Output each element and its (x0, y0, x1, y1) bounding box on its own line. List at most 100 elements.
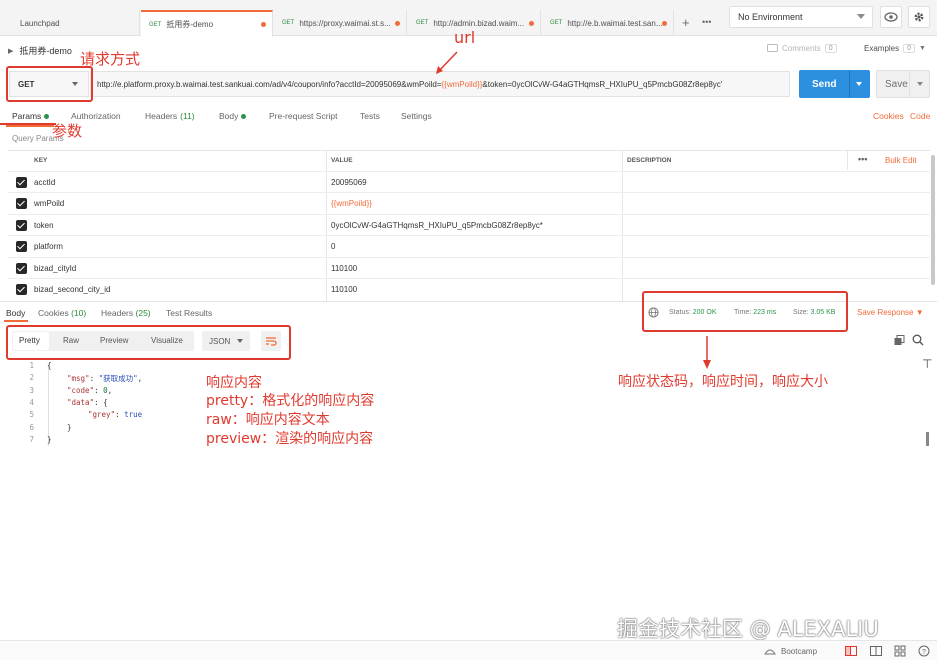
annotation-method: 请求方式 (80, 50, 141, 68)
param-value[interactable]: {{wmPoild}} (331, 199, 372, 208)
params-scrollbar[interactable] (931, 155, 935, 285)
two-pane-icon[interactable] (870, 646, 882, 656)
copy-icon[interactable] (894, 335, 905, 346)
environment-select[interactable]: No Environment (729, 6, 873, 28)
bootcamp-icon[interactable] (764, 645, 776, 656)
param-value[interactable]: 0 (331, 242, 335, 251)
tab-count: (10) (71, 308, 87, 318)
chevron-down-icon[interactable] (856, 82, 862, 86)
code-line: { (47, 361, 52, 370)
response-tab-cookies[interactable]: Cookies (10) (38, 308, 86, 318)
chevron-down-icon (857, 14, 865, 19)
row-checkbox[interactable] (16, 263, 27, 274)
environment-quick-look-button[interactable] (880, 6, 902, 28)
view-modes-highlight-box (6, 325, 291, 360)
help-icon[interactable]: ? (918, 645, 930, 657)
save-response-button[interactable]: Save Response ▼ (857, 308, 924, 317)
row-checkbox[interactable] (16, 284, 27, 295)
examples-count: 0 (903, 44, 916, 53)
annotation-params: 参数 (52, 122, 83, 140)
tab-body[interactable]: Body (219, 111, 247, 121)
line-number: 1 (29, 361, 34, 370)
gear-icon (914, 12, 924, 22)
annotation-status: 响应状态码，响应时间，响应大小 (618, 374, 828, 390)
divider (909, 71, 910, 97)
tab-count: (25) (135, 308, 151, 318)
request-name[interactable]: ▶ 抵用券-demo (8, 44, 72, 57)
param-key[interactable]: token (34, 221, 54, 230)
chevron-down-icon[interactable] (917, 82, 923, 86)
tab-request[interactable]: GET http://e.b.waimai.test.san... (542, 10, 674, 36)
examples-label: Examples (864, 44, 900, 53)
param-key[interactable]: wmPoild (34, 199, 64, 208)
param-value[interactable]: 110100 (331, 264, 357, 273)
row-checkbox[interactable] (16, 220, 27, 231)
annotation-pretty: pretty：格式化的响应内容 (206, 393, 375, 409)
save-button[interactable]: Save (876, 70, 930, 98)
response-tab-test-results[interactable]: Test Results (166, 308, 212, 318)
unsaved-dot (261, 22, 266, 27)
bulk-edit-link[interactable]: Bulk Edit (885, 156, 917, 165)
eye-icon (884, 12, 898, 22)
tab-request-active[interactable]: GET 抵用券-demo (141, 10, 273, 37)
code-line: "data": { (67, 398, 108, 407)
json-key: "msg" (67, 374, 90, 383)
annotation-url: url (454, 28, 476, 47)
param-value[interactable]: 0ycOlCvW-G4aGTHqmsR_HXIuPU_q5PmcbG08Zr8e… (331, 221, 543, 230)
tab-label: http://admin.bizad.waim... (433, 18, 525, 28)
examples-button[interactable]: Examples 0 ▼ (864, 44, 926, 53)
tab-request[interactable]: GET https://proxy.waimai.st.s... (274, 10, 407, 36)
tab-label: Headers (145, 111, 178, 121)
tab-tests[interactable]: Tests (360, 111, 380, 121)
manage-environments-button[interactable] (908, 6, 930, 28)
tab-launchpad[interactable]: Launchpad (0, 10, 140, 36)
url-text-suffix: &token=0ycOlCvW-G4aGTHqmsR_HXIuPU_q5Pmcb… (482, 79, 723, 89)
keyboard-shortcuts-icon[interactable] (894, 645, 906, 657)
param-key[interactable]: acctId (34, 178, 55, 187)
send-button[interactable]: Send (799, 70, 870, 98)
bootcamp-link[interactable]: Bootcamp (781, 647, 817, 656)
param-key[interactable]: platform (34, 242, 63, 251)
code-scrollbar[interactable] (926, 432, 929, 446)
comments-button[interactable]: Comments 0 (767, 44, 837, 53)
param-key[interactable]: bizad_cityId (34, 264, 76, 273)
more-tabs-icon[interactable]: ••• (702, 17, 711, 27)
json-key: "data" (67, 398, 95, 407)
tab-label: Params (12, 111, 42, 121)
more-options-icon[interactable]: ••• (858, 154, 867, 164)
link-label: Cookies (873, 111, 904, 121)
underline-mark (0, 123, 56, 125)
search-icon[interactable] (912, 334, 924, 346)
tab-settings[interactable]: Settings (401, 111, 432, 121)
tab-label: http://e.b.waimai.test.san... (567, 18, 663, 28)
layout-pane-icon[interactable] (845, 646, 857, 656)
param-key[interactable]: bizad_second_city_id (34, 285, 111, 294)
row-checkbox[interactable] (16, 198, 27, 209)
tab-params[interactable]: Params (12, 111, 50, 121)
divider (849, 70, 850, 98)
code-line: } (67, 423, 72, 432)
status-highlight-box (642, 291, 848, 332)
line-number: 2 (29, 373, 34, 382)
response-tab-headers[interactable]: Headers (25) (101, 308, 151, 318)
tab-label: Body (219, 111, 239, 121)
param-value[interactable]: 110100 (331, 285, 357, 294)
annotation-preview: preview：渲染的响应内容 (206, 431, 374, 447)
response-tab-body[interactable]: Body (6, 308, 25, 318)
active-tab-indicator (4, 320, 28, 322)
cookies-link[interactable]: Cookies (873, 111, 904, 121)
row-checkbox[interactable] (16, 177, 27, 188)
tab-label: Settings (401, 111, 432, 121)
collapse-triangle-icon[interactable]: ▶ (8, 47, 13, 55)
row-checkbox[interactable] (16, 241, 27, 252)
column-header-description: DESCRIPTION (627, 157, 672, 164)
param-value[interactable]: 20095069 (331, 178, 367, 187)
method-highlight-box (6, 66, 93, 102)
tab-headers[interactable]: Headers (11) (145, 111, 195, 121)
add-tab-icon[interactable]: + (682, 15, 690, 30)
code-link[interactable]: Code (910, 111, 930, 121)
tab-pre-request-script[interactable]: Pre-request Script (269, 111, 338, 121)
active-dot (44, 113, 50, 119)
scroll-top-marker-icon: ⊤ (922, 357, 933, 371)
tab-label: https://proxy.waimai.st.s... (299, 18, 391, 28)
